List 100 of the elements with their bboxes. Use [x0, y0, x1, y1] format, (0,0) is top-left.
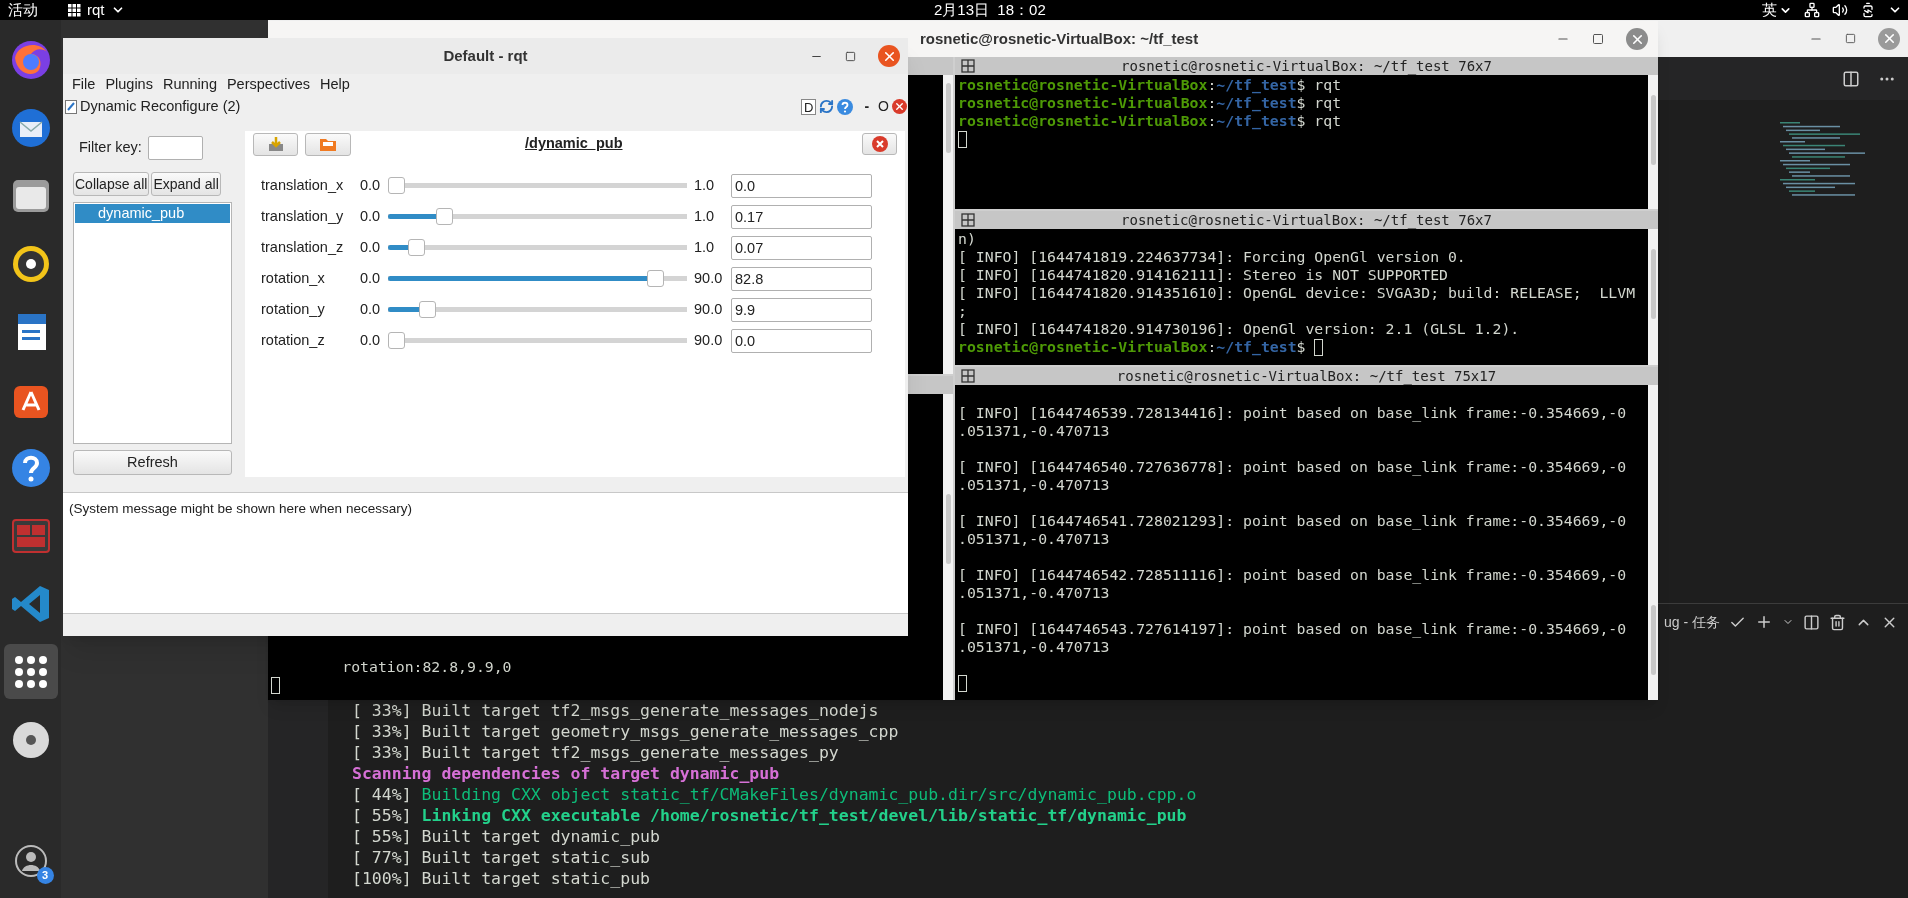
pane-title-bar: rosnetic@rosnetic-VirtualBox: ~/tf_test 76x7 [955, 211, 1658, 229]
maximum-value: 1.0 [694, 206, 716, 226]
terminal-line: [ INFO] [1644741819.224637734]: Forcing OpenGl version 0. [958, 246, 1466, 267]
refresh-button[interactable]: Refresh [73, 450, 232, 475]
terminal-line: Scanning dependencies of target dynamic_pub [352, 763, 780, 786]
clock[interactable]: 2月13日 18：02 [934, 0, 1046, 22]
network-icon [1804, 2, 1820, 18]
close-button[interactable] [892, 99, 907, 114]
pane-menu-icon[interactable] [961, 59, 975, 73]
parameter-name: rotation_z [260, 330, 326, 350]
parameter-name: translation_x [260, 175, 345, 195]
scrollbar[interactable] [1648, 229, 1658, 365]
terminal-line: [ 33%] Built target tf2_msgs_generate_messages_py [352, 742, 839, 765]
slider-thumb[interactable] [388, 332, 405, 349]
parameter-name: translation_z [260, 237, 345, 257]
value-field[interactable]: 82.8 [731, 266, 872, 291]
pane-title-bar: rosnetic@rosnetic-VirtualBox: ~/tf_test 75x17 [955, 367, 1658, 385]
account-icon[interactable] [13, 844, 48, 878]
minimum-value: 0.0 [360, 330, 382, 350]
float-button[interactable]: O [878, 96, 889, 117]
slider-thumb[interactable] [388, 177, 405, 194]
slider-thumb[interactable] [407, 239, 425, 256]
list-item[interactable]: dynamic_pub [75, 204, 230, 223]
scrollbar[interactable] [1648, 75, 1658, 209]
close-button[interactable] [878, 45, 900, 67]
terminal-line: [ 33%] Built target geometry_msgs_generate_messages_cpp [352, 721, 899, 744]
maximize-icon[interactable] [1845, 33, 1856, 44]
activities-button[interactable]: 活动 [8, 1, 38, 19]
d-button[interactable]: D [801, 98, 817, 115]
terminal-line: [ INFO] [1644741820.914162111]: Stereo is NOT SUPPORTED [958, 265, 1448, 285]
value-field[interactable]: 0.07 [731, 235, 872, 260]
load-button[interactable] [305, 132, 351, 156]
window-title: rosnetic@rosnetic-VirtualBox: ~/tf_test [920, 28, 1199, 49]
close-button[interactable] [1878, 27, 1900, 50]
input-method-menu[interactable]: 英 [1762, 0, 1792, 22]
menu-item[interactable]: Running [157, 74, 222, 96]
slider-thumb[interactable] [435, 208, 453, 225]
terminal-line: [ INFO] [1644741820.914730196]: OpenGl version: 2.1 (GLSL 1.2). [958, 318, 1520, 339]
terminal-line: [ 55%] Built target dynamic_pub [352, 826, 660, 849]
parameter-name: translation_y [260, 206, 345, 226]
close-button[interactable] [862, 133, 897, 155]
scrollbar[interactable] [943, 75, 953, 374]
app-menu[interactable]: rqt [68, 0, 125, 22]
split-terminal-icon[interactable] [1803, 613, 1820, 631]
menu-item[interactable]: Perspectives [221, 74, 315, 96]
battery-icon [1860, 2, 1876, 18]
maximize-icon[interactable] [845, 50, 856, 62]
maximum-value: 90.0 [694, 299, 724, 319]
slider-fill [388, 245, 408, 250]
menu-item[interactable]: Plugins [100, 74, 158, 96]
terminal-line: [ 44%] Building CXX object static_tf/CMakeFiles/dynamic_pub.dir/src/dynamic_pub.cpp.o [352, 784, 1197, 807]
minimum-value: 0.0 [360, 206, 382, 226]
close-button[interactable] [1626, 28, 1648, 50]
slider-thumb[interactable] [647, 270, 665, 287]
terminal-line: rosnetic@rosnetic-VirtualBox:~/tf_test$ [958, 337, 1307, 358]
folder-icon [319, 136, 337, 152]
pane-menu-icon[interactable] [961, 369, 975, 383]
parameter-name: rotation_y [260, 299, 326, 319]
close-icon [894, 101, 905, 112]
pane-title-bar: rosnetic@rosnetic-VirtualBox: ~/tf_test 76x7 [955, 57, 1658, 75]
terminal-line: rosnetic@rosnetic-VirtualBox:~/tf_test$ rqt [958, 111, 1342, 132]
split-editor-icon[interactable] [1842, 69, 1860, 88]
node-title: /dynamic_pub [525, 134, 623, 154]
slider-thumb[interactable] [419, 301, 436, 318]
plugin-title: Dynamic Reconfigure (2) [80, 96, 241, 116]
terminal-line: rotation:82.8,9.9,0 [341, 656, 512, 677]
panel-title: ug - 任务 [1664, 612, 1720, 632]
scrollbar[interactable] [943, 394, 953, 700]
grid-icon [68, 3, 81, 17]
dock-item[interactable] [3, 644, 58, 699]
value-field[interactable]: 0.0 [731, 328, 872, 353]
refresh-icon[interactable] [819, 99, 835, 114]
minimum-value: 0.0 [360, 299, 382, 319]
minimize-button[interactable]: - [864, 96, 870, 117]
scrollbar[interactable] [1648, 385, 1658, 700]
trash-icon[interactable] [1829, 613, 1846, 631]
filter-label: Filter key: [79, 138, 142, 158]
minimum-value: 0.0 [360, 237, 382, 257]
plus-icon[interactable] [1755, 613, 1773, 631]
maximize-icon[interactable] [1592, 33, 1604, 45]
value-field[interactable]: 0.17 [731, 204, 872, 229]
maximum-value: 1.0 [694, 175, 716, 195]
filter-field[interactable] [147, 136, 203, 160]
save-button[interactable] [253, 132, 298, 156]
close-icon [871, 136, 888, 152]
collapse-all-button[interactable]: Collapse all [73, 172, 150, 196]
maximum-value: 1.0 [694, 237, 716, 257]
pane-menu-icon[interactable] [961, 213, 975, 227]
menu-item[interactable]: File [67, 74, 101, 96]
terminal-line: rosnetic@rosnetic-VirtualBox:~/tf_test$ rqt [958, 74, 1342, 96]
maximum-value: 90.0 [694, 268, 724, 288]
minimum-value: 0.0 [360, 268, 382, 288]
value-field[interactable]: 9.9 [731, 297, 872, 322]
minimum-value: 0.0 [360, 175, 382, 195]
menu-item[interactable]: Help [314, 74, 355, 96]
help-icon[interactable] [837, 98, 854, 115]
value-field[interactable]: 0.0 [731, 173, 872, 198]
plugin-icon [65, 99, 77, 114]
terminal-line: [ 77%] Built target static_sub [352, 847, 650, 870]
expand-all-button[interactable]: Expand all [151, 172, 221, 196]
